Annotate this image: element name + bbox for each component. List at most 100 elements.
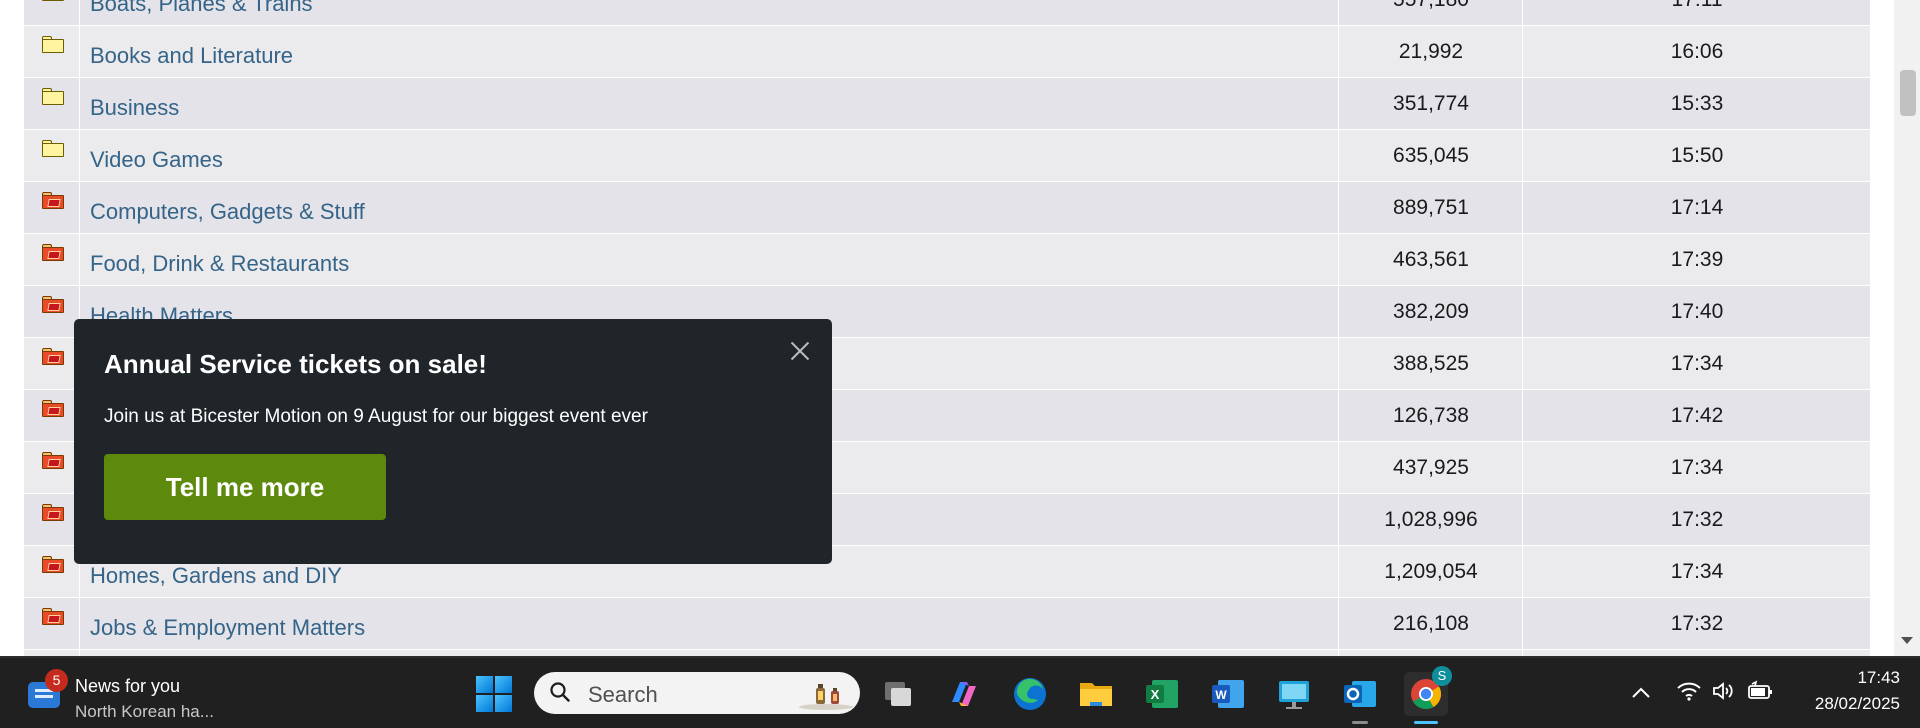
promo-popup: Annual Service tickets on sale! Join us … bbox=[74, 319, 832, 564]
excel-button[interactable]: X bbox=[1140, 672, 1184, 716]
remote-desktop-button[interactable] bbox=[1272, 672, 1316, 716]
forum-last-post-time[interactable]: 17:40 bbox=[1524, 300, 1870, 324]
forum-last-post-time[interactable]: 17:11 bbox=[1524, 0, 1870, 12]
folder-icon bbox=[42, 88, 64, 105]
forum-last-post-time[interactable]: 17:32 bbox=[1524, 612, 1870, 636]
forum-name-cell: Business bbox=[81, 78, 1339, 129]
task-view-icon bbox=[885, 682, 911, 706]
popup-text: Join us at Bicester Motion on 9 August f… bbox=[104, 406, 648, 427]
scrollbar-thumb[interactable] bbox=[1900, 70, 1916, 116]
close-icon[interactable] bbox=[786, 337, 814, 365]
tell-me-more-button[interactable]: Tell me more bbox=[104, 454, 386, 520]
forum-post-count: 635,045 bbox=[1393, 144, 1469, 167]
active-indicator bbox=[1414, 721, 1438, 724]
forum-posts-cell: 351,774 bbox=[1340, 78, 1523, 129]
forum-link[interactable]: Computers, Gadgets & Stuff bbox=[90, 199, 365, 225]
forum-last-post-time[interactable]: 15:50 bbox=[1524, 144, 1870, 168]
forum-last-post-time[interactable]: 15:33 bbox=[1524, 92, 1870, 116]
forum-last-post-time[interactable]: 17:39 bbox=[1524, 248, 1870, 272]
forum-last-post-cell: 17:34 bbox=[1524, 338, 1870, 389]
forum-icon-cell bbox=[24, 286, 80, 337]
outlook-button[interactable] bbox=[1338, 672, 1382, 724]
forum-last-post-time[interactable]: 16:06 bbox=[1524, 40, 1870, 64]
forum-last-post-cell: 17:40 bbox=[1524, 286, 1870, 337]
forum-last-post-cell: 17:11 bbox=[1524, 0, 1870, 25]
forum-last-post-cell: 15:33 bbox=[1524, 78, 1870, 129]
forum-name-cell: Jobs & Employment Matters bbox=[81, 598, 1339, 649]
forum-icon-cell bbox=[24, 0, 80, 25]
copilot-button[interactable] bbox=[942, 672, 986, 716]
hot-folder-icon bbox=[42, 244, 64, 261]
forum-icon-cell bbox=[24, 234, 80, 285]
forum-post-count: 351,774 bbox=[1393, 92, 1469, 115]
hot-folder-icon bbox=[42, 192, 64, 209]
clock-date[interactable]: 28/02/2025 bbox=[1790, 694, 1900, 714]
forum-row: Jobs & Employment Matters 216,108 17:32 bbox=[24, 598, 1870, 650]
volume-icon[interactable] bbox=[1711, 680, 1735, 702]
forum-link[interactable]: Books and Literature bbox=[90, 43, 293, 69]
forum-link[interactable]: Boats, Planes & Trains bbox=[90, 0, 313, 17]
forum-posts-cell: 889,751 bbox=[1340, 182, 1523, 233]
news-widget[interactable]: 5 News for you North Korean ha... bbox=[26, 668, 236, 721]
hot-folder-icon bbox=[42, 608, 64, 625]
task-view-button[interactable] bbox=[876, 672, 920, 716]
chevron-up-icon[interactable] bbox=[1630, 684, 1652, 700]
forum-row: Books and Literature 21,992 16:06 bbox=[24, 26, 1870, 78]
forum-link[interactable]: Food, Drink & Restaurants bbox=[90, 251, 349, 277]
search-icon bbox=[550, 682, 570, 702]
wifi-icon[interactable] bbox=[1676, 680, 1702, 702]
forum-link[interactable]: Business bbox=[90, 95, 179, 121]
forum-posts-cell: 463,561 bbox=[1340, 234, 1523, 285]
forum-last-post-time[interactable]: 17:42 bbox=[1524, 404, 1870, 428]
search-placeholder: Search bbox=[588, 682, 658, 707]
battery-charging-icon[interactable] bbox=[1746, 680, 1774, 702]
news-subtitle: North Korean ha... bbox=[75, 702, 214, 721]
forum-last-post-cell: 16:06 bbox=[1524, 26, 1870, 77]
scroll-down-arrow-icon[interactable] bbox=[1901, 637, 1913, 644]
forum-post-count: 463,561 bbox=[1393, 248, 1469, 271]
word-button[interactable]: W bbox=[1206, 672, 1250, 716]
folder-icon bbox=[42, 140, 64, 157]
forum-last-post-cell: 17:32 bbox=[1524, 598, 1870, 649]
search-highlight-lantern-icon bbox=[799, 684, 853, 710]
forum-last-post-time[interactable]: 17:34 bbox=[1524, 560, 1870, 584]
forum-icon-cell bbox=[24, 546, 80, 597]
clock-time[interactable]: 17:43 bbox=[1790, 668, 1900, 688]
forum-link[interactable]: Jobs & Employment Matters bbox=[90, 615, 365, 641]
forum-last-post-time[interactable]: 17:34 bbox=[1524, 352, 1870, 376]
forum-post-count: 216,108 bbox=[1393, 612, 1469, 635]
start-button[interactable] bbox=[476, 676, 512, 712]
forum-icon-cell bbox=[24, 26, 80, 77]
monitor-icon bbox=[1279, 681, 1309, 709]
hot-folder-icon bbox=[42, 504, 64, 521]
forum-posts-cell: 126,738 bbox=[1340, 390, 1523, 441]
file-explorer-button[interactable] bbox=[1074, 672, 1118, 716]
word-icon: W bbox=[1212, 680, 1244, 708]
forum-icon-cell bbox=[24, 78, 80, 129]
svg-text:X: X bbox=[1151, 687, 1160, 702]
forum-post-count: 382,209 bbox=[1393, 300, 1469, 323]
forum-icon-cell bbox=[24, 442, 80, 493]
forum-last-post-time[interactable]: 17:34 bbox=[1524, 456, 1870, 480]
taskbar-search[interactable]: Search bbox=[534, 672, 860, 714]
forum-posts-cell: 382,209 bbox=[1340, 286, 1523, 337]
forum-posts-cell: 1,209,054 bbox=[1340, 546, 1523, 597]
forum-last-post-time[interactable]: 17:14 bbox=[1524, 196, 1870, 220]
forum-post-count: 388,525 bbox=[1393, 352, 1469, 375]
forum-post-count: 21,992 bbox=[1398, 40, 1464, 63]
forum-row: Video Games 635,045 15:50 bbox=[24, 130, 1870, 182]
forum-row: Business 351,774 15:33 bbox=[24, 78, 1870, 130]
forum-name-cell: Books and Literature bbox=[81, 26, 1339, 77]
forum-posts-cell: 1,028,996 bbox=[1340, 494, 1523, 545]
forum-posts-cell: 21,992 bbox=[1340, 26, 1523, 77]
forum-icon-cell bbox=[24, 338, 80, 389]
forum-post-count: 557,180 bbox=[1340, 0, 1522, 12]
vertical-scrollbar[interactable] bbox=[1894, 0, 1920, 656]
forum-link[interactable]: Homes, Gardens and DIY bbox=[90, 563, 342, 589]
forum-link[interactable]: Video Games bbox=[90, 147, 223, 173]
chrome-button[interactable]: S bbox=[1404, 666, 1452, 724]
forum-last-post-time[interactable]: 17:32 bbox=[1524, 508, 1870, 532]
edge-button[interactable] bbox=[1008, 672, 1052, 716]
running-indicator bbox=[1352, 721, 1368, 724]
forum-last-post-cell: 17:14 bbox=[1524, 182, 1870, 233]
